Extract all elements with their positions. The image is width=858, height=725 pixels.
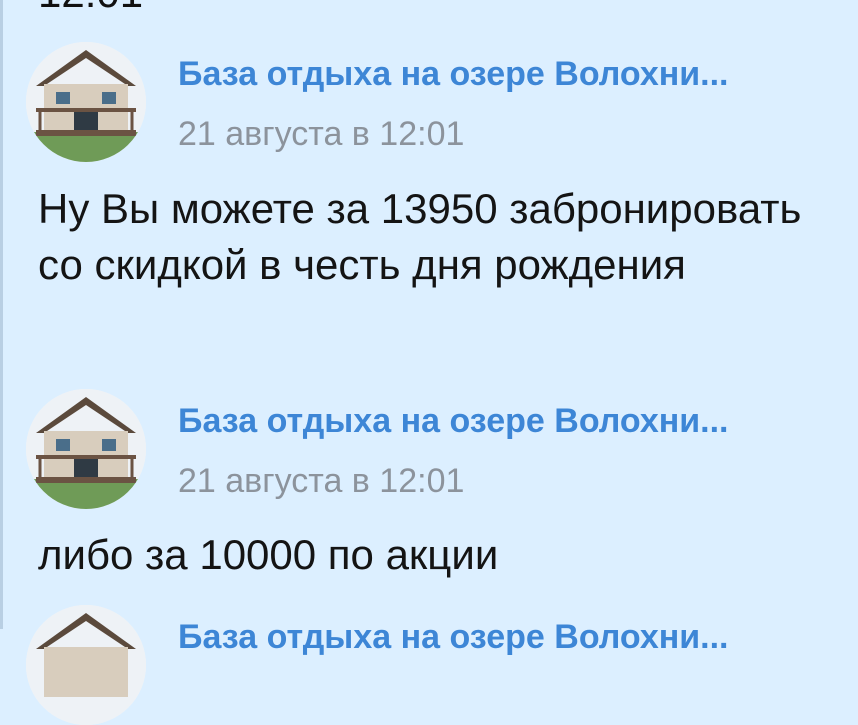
house-avatar-icon xyxy=(26,389,146,509)
message-text: либо за 10000 по акции xyxy=(38,531,499,578)
author-avatar[interactable] xyxy=(26,42,146,162)
message-time: 21 августа в 12:01 xyxy=(178,115,465,153)
house-avatar-icon xyxy=(26,42,146,162)
message-time: 21 августа в 12:01 xyxy=(178,462,465,500)
chat-left-border xyxy=(0,0,3,629)
author-avatar[interactable] xyxy=(26,605,146,725)
author-avatar[interactable] xyxy=(26,389,146,509)
house-avatar-icon xyxy=(26,605,146,725)
message-author[interactable]: База отдыха на озере Волохни... xyxy=(178,617,729,657)
message-author[interactable]: База отдыха на озере Волохни... xyxy=(178,401,729,441)
previous-message-time-partial: 12:01 xyxy=(38,0,143,14)
message-text: Ну Вы можете за 13950 забронировать со с… xyxy=(38,185,802,288)
message-author[interactable]: База отдыха на озере Волохни... xyxy=(178,54,729,94)
